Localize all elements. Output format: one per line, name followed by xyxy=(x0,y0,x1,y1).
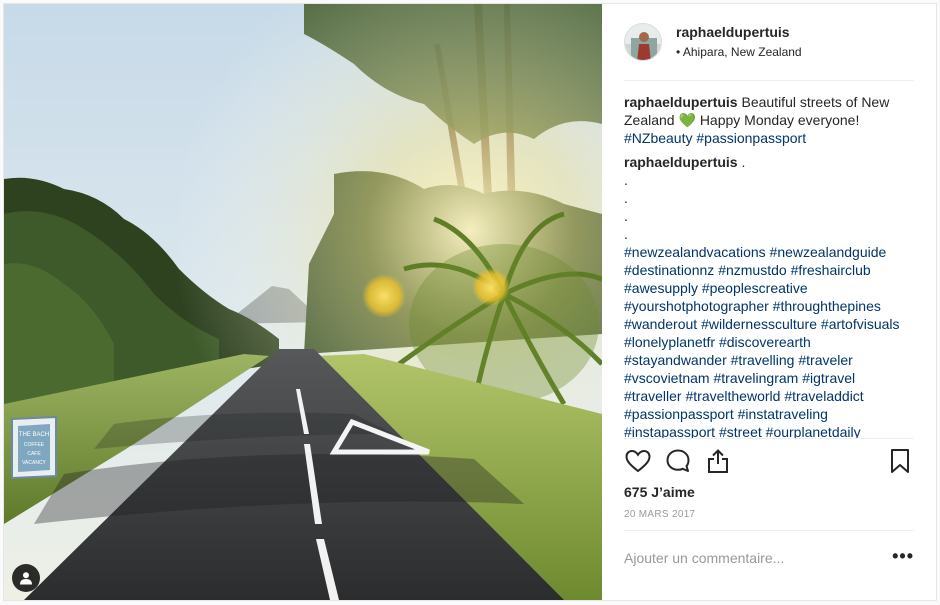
post-date[interactable]: 20 MARS 2017 xyxy=(624,509,914,531)
hashtag-link[interactable]: #lonelyplanetfr xyxy=(624,334,715,350)
user-tag-icon xyxy=(20,572,32,585)
comment-input[interactable] xyxy=(624,550,874,566)
hashtag-link[interactable]: #artofvisuals xyxy=(821,316,900,332)
hashtag-link[interactable]: #instapassport xyxy=(624,424,715,438)
location-text[interactable]: Ahipara, New Zealand xyxy=(683,45,802,59)
more-options-button[interactable]: ••• xyxy=(892,547,914,565)
comment-dot-line: . xyxy=(624,208,628,224)
action-bar xyxy=(624,438,914,482)
hashtag-link[interactable]: #stayandwander xyxy=(624,352,727,368)
hashtag-link[interactable]: #igtravel xyxy=(802,370,855,386)
hashtag-link[interactable]: #traveller xyxy=(624,388,682,404)
comments-list[interactable]: raphaeldupertuis Beautiful streets of Ne… xyxy=(624,81,914,438)
like-button[interactable] xyxy=(624,447,652,475)
comment-button[interactable] xyxy=(664,447,692,475)
hashtag-link[interactable]: #wildernessculture xyxy=(701,316,817,332)
hashtag-link[interactable]: #freshairclub xyxy=(791,262,871,278)
author-comment: raphaeldupertuis . . . . . #newzealandva… xyxy=(624,153,914,438)
hashtag-link[interactable]: #NZbeauty xyxy=(624,130,692,146)
likes-count[interactable]: 675 J’aime xyxy=(624,484,914,500)
user-tag-button[interactable] xyxy=(12,564,40,592)
post-side-panel: raphaeldupertuis • Ahipara, New Zealand … xyxy=(602,4,936,600)
avatar-photo xyxy=(625,24,661,60)
share-upload-icon xyxy=(708,448,728,473)
comment-dot-line: . xyxy=(624,172,628,188)
post-photo[interactable]: THE BACH COFFEE CAFE VACANCY xyxy=(4,4,602,600)
hashtag-link[interactable]: #nzmustdo xyxy=(718,262,786,278)
hashtag-link[interactable]: #wanderout xyxy=(624,316,697,332)
hashtag-link[interactable]: #passionpassport xyxy=(624,406,734,422)
location-link[interactable]: • Ahipara, New Zealand xyxy=(676,43,802,61)
hashtag-link[interactable]: #destinationnz xyxy=(624,262,714,278)
share-button[interactable] xyxy=(704,447,732,475)
hashtag-link[interactable]: #traveltheworld xyxy=(685,388,780,404)
hashtag-link[interactable]: #peoplescreative xyxy=(702,280,808,296)
post-header: raphaeldupertuis • Ahipara, New Zealand xyxy=(624,4,914,81)
speech-bubble-icon xyxy=(666,449,690,472)
green-heart-emoji: 💚 xyxy=(678,112,696,128)
hashtag-link[interactable]: #ourplanetdaily xyxy=(766,424,861,438)
heart-outline-icon xyxy=(625,449,651,472)
caption-username[interactable]: raphaeldupertuis xyxy=(624,94,738,110)
instagram-post: THE BACH COFFEE CAFE VACANCY raphaeldupe… xyxy=(3,3,937,601)
hashtag-link[interactable]: #travelingram xyxy=(713,370,798,386)
hashtag-link[interactable]: #awesupply xyxy=(624,280,698,296)
caption-text-after: Happy Monday everyone! xyxy=(699,112,860,128)
comment-dot-line: . xyxy=(624,226,628,242)
hashtag-link[interactable]: #traveladdict xyxy=(784,388,863,404)
avatar[interactable] xyxy=(624,23,662,61)
hashtag-link[interactable]: #throughthepines xyxy=(773,298,881,314)
hashtag-link[interactable]: #newzealandguide xyxy=(770,244,887,260)
sign-line-4: VACANCY xyxy=(22,460,46,466)
bookmark-icon xyxy=(891,448,909,473)
hashtag-link[interactable]: #yourshotphotographer xyxy=(624,298,769,314)
hashtag-link[interactable]: #travelling xyxy=(731,352,795,368)
sign-line-2: COFFEE xyxy=(24,442,45,448)
save-button[interactable] xyxy=(886,447,914,475)
comment-dot-line: . xyxy=(624,190,628,206)
road-landscape-image: THE BACH COFFEE CAFE VACANCY xyxy=(4,4,602,600)
sign-line-3: CAFE xyxy=(27,451,41,457)
comment-first-line: . xyxy=(741,154,746,170)
hashtag-link[interactable]: #traveler xyxy=(798,352,852,368)
sign-line-1: THE BACH xyxy=(19,432,49,438)
hashtag-link[interactable]: #discoverearth xyxy=(719,334,811,350)
hashtag-link[interactable]: #instatraveling xyxy=(738,406,828,422)
comment-username[interactable]: raphaeldupertuis xyxy=(624,154,738,170)
header-text: raphaeldupertuis • Ahipara, New Zealand xyxy=(676,23,802,61)
author-username[interactable]: raphaeldupertuis xyxy=(676,23,802,41)
hashtag-link[interactable]: #newzealandvacations xyxy=(624,244,766,260)
hashtag-link[interactable]: #passionpassport xyxy=(696,130,806,146)
hashtag-link[interactable]: #vscovietnam xyxy=(624,370,710,386)
hashtag-link[interactable]: #street xyxy=(719,424,762,438)
caption: raphaeldupertuis Beautiful streets of Ne… xyxy=(624,93,914,147)
add-comment-bar: ••• xyxy=(624,531,914,585)
